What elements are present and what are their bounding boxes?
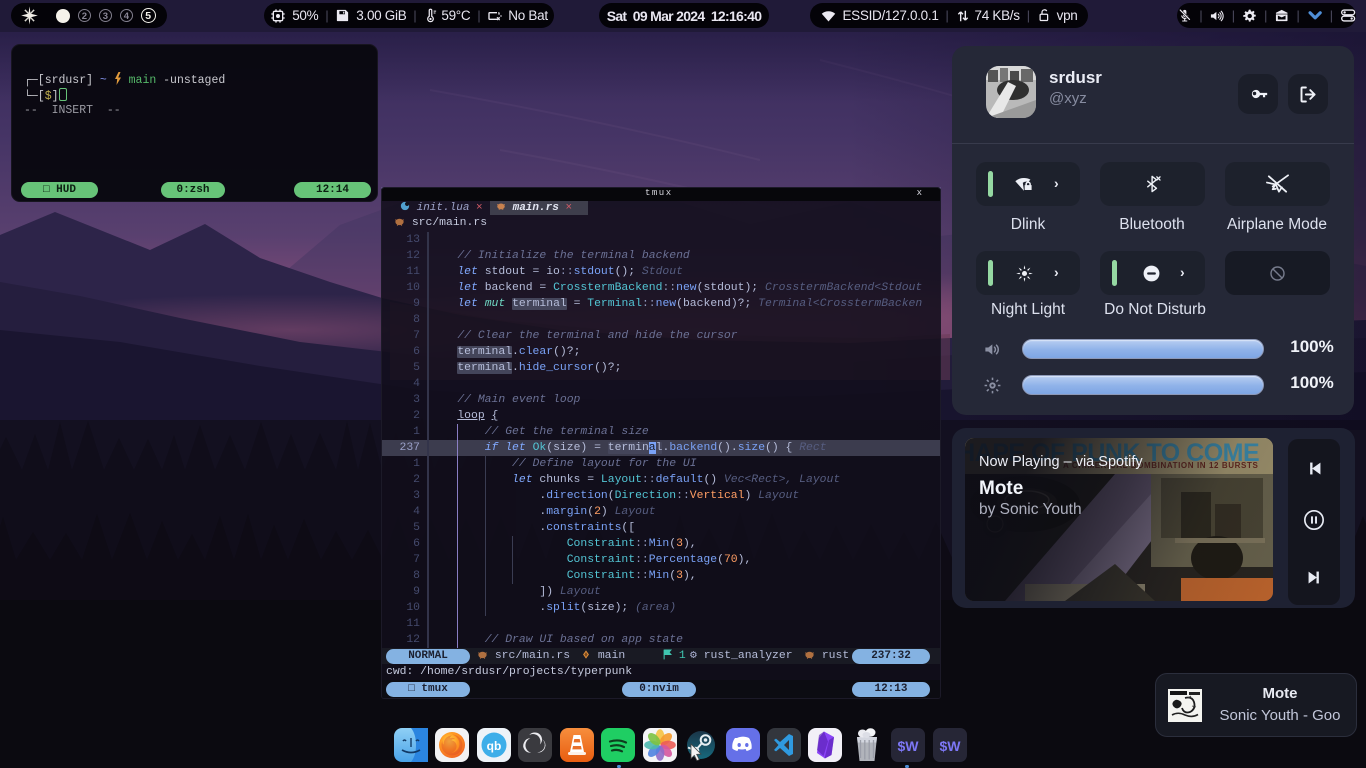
svg-text:qb: qb xyxy=(487,739,502,753)
svg-text:$W: $W xyxy=(940,738,962,754)
svg-text:$W: $W xyxy=(898,738,920,754)
